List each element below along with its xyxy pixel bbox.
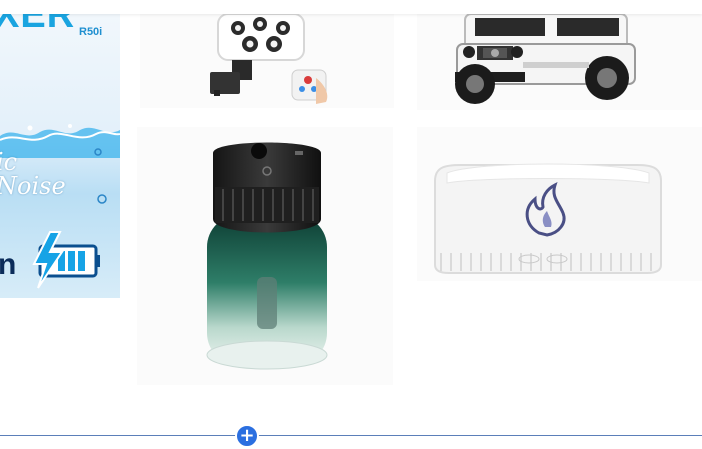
flame-diffuser-image <box>434 163 662 274</box>
product-card-humidifier[interactable] <box>137 127 393 385</box>
top-header-strip <box>0 0 702 14</box>
humidifier-image <box>206 142 328 370</box>
add-section-button[interactable]: + <box>235 424 259 448</box>
security-camera-image <box>210 14 328 104</box>
section-divider-line <box>0 435 702 436</box>
product-card-flame-diffuser[interactable] <box>417 127 702 281</box>
promo-banner[interactable]: XER R50i ic Noise n <box>0 0 120 298</box>
banner-model: R50i <box>79 26 103 38</box>
product-card-solar-camera[interactable] <box>140 14 394 108</box>
banner-bottom-text: n <box>0 248 17 281</box>
product-card-toy-car[interactable] <box>417 14 702 110</box>
bubble-icon <box>97 194 107 204</box>
banner-script-text: ic Noise <box>0 148 66 200</box>
toy-car-image <box>455 14 636 104</box>
battery-charging-icon <box>32 231 100 289</box>
